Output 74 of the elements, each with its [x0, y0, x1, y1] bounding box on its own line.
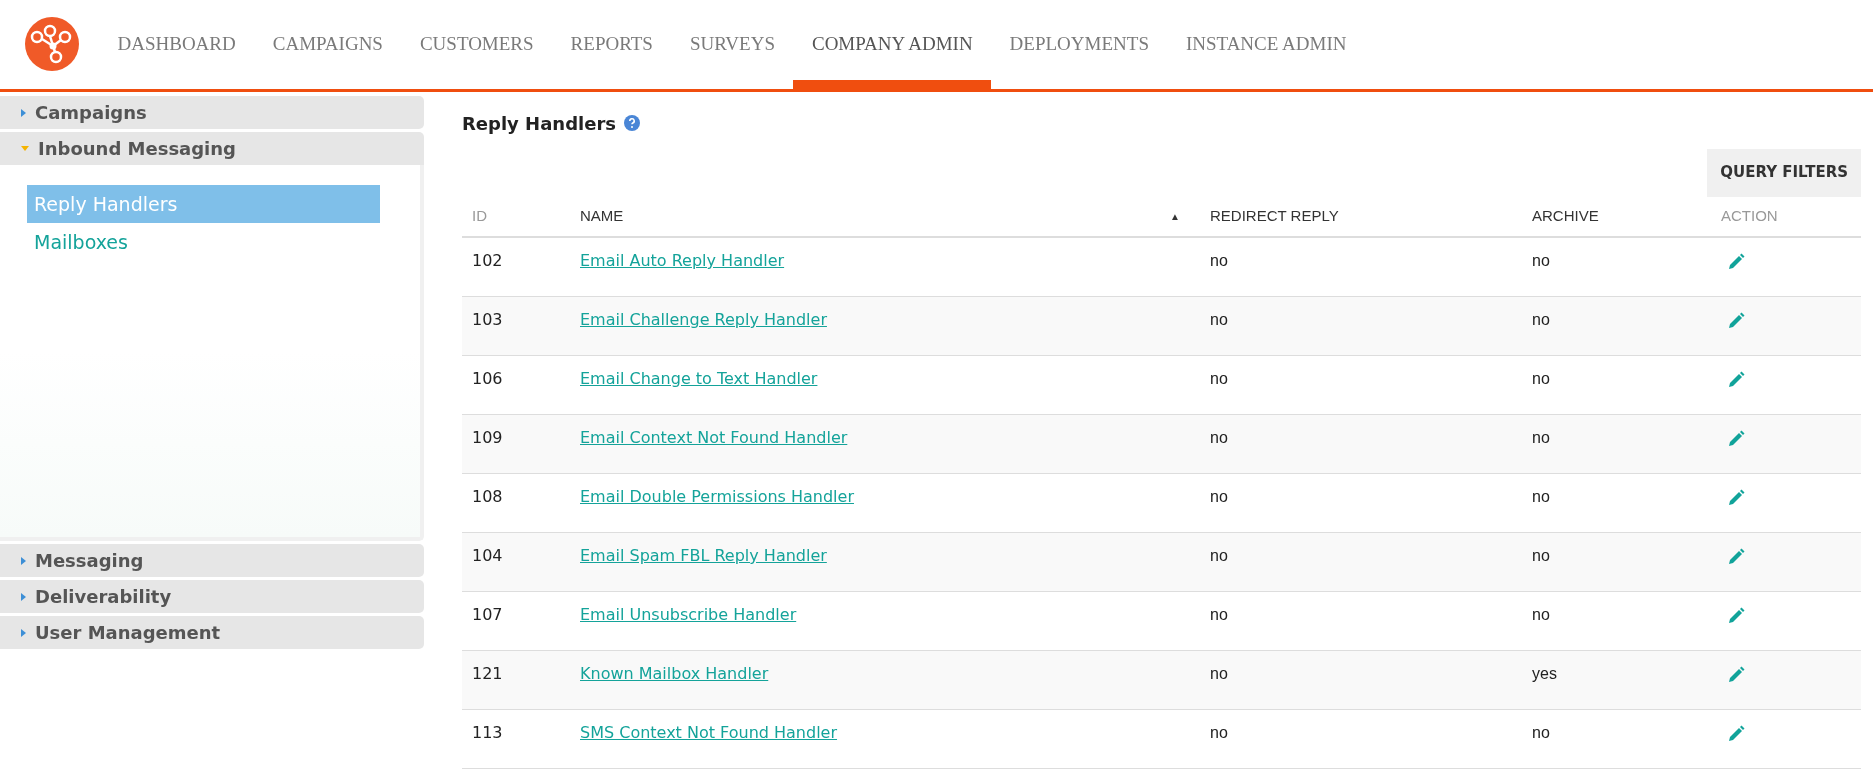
pencil-icon[interactable] [1727, 371, 1745, 389]
redirect-reply-cell-text: no [1209, 487, 1229, 507]
handler-link[interactable]: Email Challenge Reply Handler [580, 310, 827, 329]
redirect-reply-cell-text: no [1209, 369, 1229, 389]
id-cell-text: 106 [471, 368, 504, 390]
nav-tab[interactable]: DEPLOYMENTS [991, 0, 1168, 89]
caret-right-icon [21, 628, 26, 637]
pencil-icon[interactable] [1727, 430, 1745, 448]
page-title: Reply Handlers [462, 111, 616, 136]
redirect-reply-cell-text: no [1209, 723, 1229, 743]
help-icon[interactable] [624, 115, 640, 132]
archive-cell-text: no [1531, 546, 1551, 566]
archive-cell-text: no [1531, 723, 1551, 743]
caret-right-icon [21, 556, 26, 565]
archive-cell-text: no [1531, 605, 1551, 625]
handler-link[interactable]: Email Unsubscribe Handler [580, 605, 797, 624]
handler-link[interactable]: Email Context Not Found Handler [580, 428, 848, 447]
redirect-reply-cell-text: no [1209, 428, 1229, 448]
id-cell-text: 109 [471, 427, 504, 449]
id-cell-text: 104 [471, 545, 504, 567]
pencil-icon[interactable] [1727, 489, 1745, 507]
sidebar-section-header[interactable]: Messaging [0, 544, 424, 577]
logo-icon [25, 16, 79, 71]
handler-link[interactable]: SMS Context Not Found Handler [580, 723, 838, 742]
column-header[interactable]: NAME [580, 205, 624, 228]
pencil-icon[interactable] [1727, 607, 1745, 625]
nav-tab[interactable]: REPORTS [552, 0, 672, 89]
nav-tab[interactable]: COMPANY ADMIN [793, 0, 992, 89]
column-header: REDIRECT REPLY [1210, 206, 1339, 227]
id-cell-text: 113 [471, 722, 504, 744]
redirect-reply-cell-text: no [1209, 664, 1229, 684]
nav-tab[interactable]: DASHBOARD [99, 0, 255, 89]
query-filters-button[interactable]: QUERY FILTERS [1707, 148, 1861, 197]
archive-cell-text: no [1531, 310, 1551, 330]
archive-cell-text: no [1531, 369, 1551, 389]
redirect-reply-cell-text: no [1209, 605, 1229, 625]
nav-tab[interactable]: CUSTOMERS [401, 0, 553, 89]
sort-indicator[interactable]: ▲ [1170, 208, 1180, 224]
column-header: ID [472, 206, 487, 227]
id-cell-text: 103 [471, 309, 504, 331]
id-cell-text: 107 [471, 604, 504, 626]
archive-cell-text: no [1531, 428, 1551, 448]
handler-link[interactable]: Email Auto Reply Handler [580, 251, 785, 270]
caret-right-icon [21, 592, 26, 601]
sidebar-section-header[interactable]: User Management [0, 616, 424, 649]
handler-link[interactable]: Known Mailbox Handler [580, 664, 769, 683]
pencil-icon[interactable] [1727, 725, 1745, 743]
archive-cell-text: no [1531, 251, 1551, 271]
nav-tab[interactable]: SURVEYS [671, 0, 794, 89]
column-header: ACTION [1721, 206, 1778, 227]
id-cell-text: 121 [471, 663, 504, 685]
nav-tab[interactable]: CAMPAIGNS [254, 0, 402, 89]
sidebar-section-header[interactable]: Campaigns [0, 96, 424, 129]
sidebar-section-header[interactable]: Inbound Messaging [0, 132, 424, 165]
archive-cell-text: no [1531, 487, 1551, 507]
caret-right-icon [21, 108, 26, 117]
sidebar-section-header[interactable]: Deliverability [0, 580, 424, 613]
caret-down-icon [21, 145, 29, 152]
redirect-reply-cell-text: no [1209, 251, 1229, 271]
id-cell-text: 102 [471, 250, 504, 272]
handler-link[interactable]: Email Double Permissions Handler [580, 487, 854, 506]
redirect-reply-cell-text: no [1209, 546, 1229, 566]
sidebar-link[interactable]: Mailboxes [27, 223, 380, 261]
pencil-icon[interactable] [1727, 253, 1745, 271]
handler-link[interactable]: Email Spam FBL Reply Handler [580, 546, 827, 565]
pencil-icon[interactable] [1727, 666, 1745, 684]
column-header: ARCHIVE [1532, 206, 1599, 227]
id-cell-text: 108 [471, 486, 504, 508]
nav-tab[interactable]: INSTANCE ADMIN [1167, 0, 1365, 89]
pencil-icon[interactable] [1727, 312, 1745, 330]
redirect-reply-cell-text: no [1209, 310, 1229, 330]
handler-link[interactable]: Email Change to Text Handler [580, 369, 818, 388]
pencil-icon[interactable] [1727, 548, 1745, 566]
archive-cell-text: yes [1531, 664, 1558, 684]
